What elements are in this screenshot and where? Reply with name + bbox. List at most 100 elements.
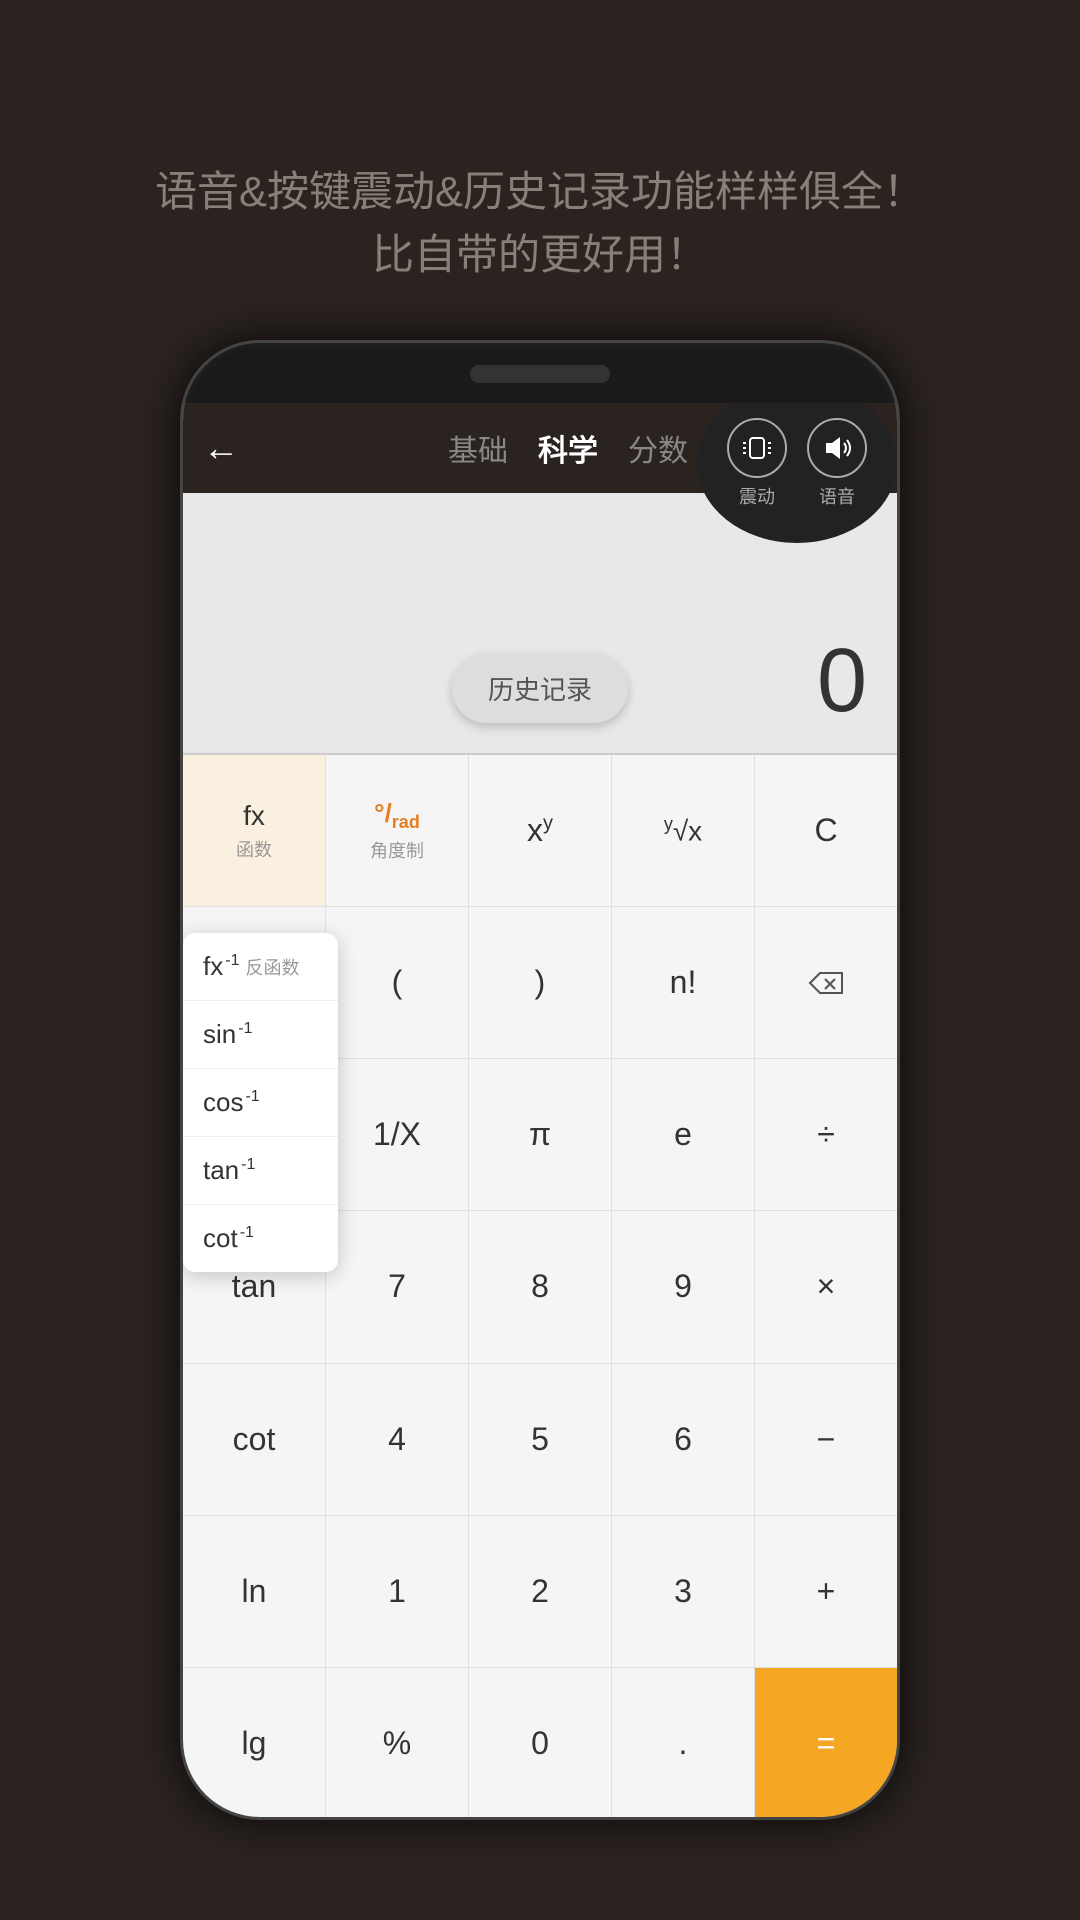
popup-fx-inv-sub: 反函数 bbox=[245, 954, 299, 980]
voice-button[interactable]: 语音 bbox=[807, 418, 867, 509]
key-subtract-main: − bbox=[817, 1421, 836, 1458]
key-2[interactable]: 2 bbox=[469, 1516, 612, 1667]
key-fx-sub: 函数 bbox=[236, 836, 272, 862]
key-root[interactable]: y√x bbox=[612, 755, 755, 906]
voice-icon bbox=[807, 418, 867, 478]
key-0[interactable]: 0 bbox=[469, 1668, 612, 1817]
key-divide[interactable]: ÷ bbox=[755, 1059, 897, 1210]
key-9[interactable]: 9 bbox=[612, 1211, 755, 1362]
key-reciprocal-main: 1/X bbox=[373, 1116, 421, 1153]
keyboard: fx 函数 °/rad 角度制 xy y√x bbox=[183, 755, 897, 1817]
key-dot[interactable]: . bbox=[612, 1668, 755, 1817]
key-factorial-main: n! bbox=[670, 964, 697, 1001]
key-row-4: cot 4 5 6 − bbox=[183, 1364, 897, 1516]
tab-science[interactable]: 科学 bbox=[538, 426, 598, 470]
key-5-main: 5 bbox=[531, 1421, 549, 1458]
key-root-main: y√x bbox=[664, 814, 702, 847]
phone-screen: ← 基础 科学 分数 bbox=[183, 403, 897, 1817]
key-reciprocal[interactable]: 1/X bbox=[326, 1059, 469, 1210]
popup-item-tan-inv[interactable]: tan-1 bbox=[183, 1137, 338, 1205]
key-6[interactable]: 6 bbox=[612, 1364, 755, 1515]
key-3[interactable]: 3 bbox=[612, 1516, 755, 1667]
key-cot-main: cot bbox=[233, 1421, 276, 1458]
key-6-main: 6 bbox=[674, 1421, 692, 1458]
key-percent-main: % bbox=[383, 1725, 411, 1762]
key-multiply-main: × bbox=[817, 1268, 836, 1305]
key-subtract[interactable]: − bbox=[755, 1364, 897, 1515]
key-backspace[interactable] bbox=[755, 907, 897, 1058]
nav-bar: ← 基础 科学 分数 bbox=[183, 403, 897, 493]
key-e[interactable]: e bbox=[612, 1059, 755, 1210]
vibrate-icon bbox=[727, 418, 787, 478]
tab-basic[interactable]: 基础 bbox=[448, 426, 508, 470]
popup-cot-inv-main: cot-1 bbox=[203, 1223, 254, 1254]
key-pi[interactable]: π bbox=[469, 1059, 612, 1210]
promo-text: 语音&按键震动&历史记录功能样样俱全！ 比自带的更好用！ bbox=[0, 0, 1080, 346]
key-ln-main: ln bbox=[242, 1573, 267, 1610]
key-dot-main: . bbox=[679, 1725, 688, 1762]
key-clear-main: C bbox=[814, 812, 837, 849]
key-4[interactable]: 4 bbox=[326, 1364, 469, 1515]
key-closeparen-main: ) bbox=[535, 964, 546, 1001]
key-8[interactable]: 8 bbox=[469, 1211, 612, 1362]
key-row-6: lg % 0 . = bbox=[183, 1668, 897, 1817]
key-fx[interactable]: fx 函数 bbox=[183, 755, 326, 906]
key-e-main: e bbox=[674, 1116, 692, 1153]
inverse-function-popup: fx-1 反函数 sin-1 cos-1 tan-1 cot-1 bbox=[183, 933, 338, 1272]
key-lg[interactable]: lg bbox=[183, 1668, 326, 1817]
key-1[interactable]: 1 bbox=[326, 1516, 469, 1667]
key-cot[interactable]: cot bbox=[183, 1364, 326, 1515]
promo-line1: 语音&按键震动&历史记录功能样样俱全！ bbox=[80, 160, 1000, 223]
key-openparen-main: ( bbox=[392, 964, 403, 1001]
key-add-main: + bbox=[817, 1573, 836, 1610]
key-row-5: ln 1 2 3 + bbox=[183, 1516, 897, 1668]
vibrate-label: 震动 bbox=[739, 483, 775, 509]
key-equals-main: = bbox=[817, 1725, 836, 1762]
back-button[interactable]: ← bbox=[203, 427, 239, 469]
key-add[interactable]: + bbox=[755, 1516, 897, 1667]
key-7[interactable]: 7 bbox=[326, 1211, 469, 1362]
key-row-0: fx 函数 °/rad 角度制 xy y√x bbox=[183, 755, 897, 907]
key-5[interactable]: 5 bbox=[469, 1364, 612, 1515]
popup-item-fx-inv[interactable]: fx-1 反函数 bbox=[183, 933, 338, 1001]
key-xpow-main: xy bbox=[527, 812, 553, 849]
key-0-main: 0 bbox=[531, 1725, 549, 1762]
voice-label: 语音 bbox=[819, 483, 855, 509]
key-closeparen[interactable]: ) bbox=[469, 907, 612, 1058]
vibrate-button[interactable]: 震动 bbox=[727, 418, 787, 509]
key-3-main: 3 bbox=[674, 1573, 692, 1610]
popup-sin-inv-main: sin-1 bbox=[203, 1019, 252, 1050]
key-factorial[interactable]: n! bbox=[612, 907, 755, 1058]
key-percent[interactable]: % bbox=[326, 1668, 469, 1817]
key-4-main: 4 bbox=[388, 1421, 406, 1458]
key-1-main: 1 bbox=[388, 1573, 406, 1610]
key-angle-sub: 角度制 bbox=[370, 837, 424, 863]
key-ln[interactable]: ln bbox=[183, 1516, 326, 1667]
popup-fx-inv-main: fx-1 bbox=[203, 951, 239, 982]
key-pi-main: π bbox=[529, 1116, 551, 1153]
popup-cos-inv-main: cos-1 bbox=[203, 1087, 260, 1118]
key-2-main: 2 bbox=[531, 1573, 549, 1610]
tab-fraction[interactable]: 分数 bbox=[628, 426, 688, 470]
key-tan-main: tan bbox=[232, 1268, 276, 1305]
key-angle-icon: °/rad bbox=[374, 798, 420, 833]
phone-speaker bbox=[470, 365, 610, 383]
key-lg-main: lg bbox=[242, 1725, 267, 1762]
key-angle[interactable]: °/rad 角度制 bbox=[326, 755, 469, 906]
phone-frame: ← 基础 科学 分数 bbox=[180, 340, 900, 1820]
popup-item-cos-inv[interactable]: cos-1 bbox=[183, 1069, 338, 1137]
display-value: 0 bbox=[817, 630, 867, 733]
key-fx-main: fx bbox=[243, 800, 265, 832]
key-xpow[interactable]: xy bbox=[469, 755, 612, 906]
popup-item-cot-inv[interactable]: cot-1 bbox=[183, 1205, 338, 1272]
key-divide-main: ÷ bbox=[817, 1116, 835, 1153]
key-multiply[interactable]: × bbox=[755, 1211, 897, 1362]
promo-line2: 比自带的更好用！ bbox=[80, 223, 1000, 286]
popup-tan-inv-main: tan-1 bbox=[203, 1155, 255, 1186]
key-equals[interactable]: = bbox=[755, 1668, 897, 1817]
key-clear[interactable]: C bbox=[755, 755, 897, 906]
history-button[interactable]: 历史记录 bbox=[452, 654, 628, 723]
key-openparen[interactable]: ( bbox=[326, 907, 469, 1058]
key-8-main: 8 bbox=[531, 1268, 549, 1305]
popup-item-sin-inv[interactable]: sin-1 bbox=[183, 1001, 338, 1069]
